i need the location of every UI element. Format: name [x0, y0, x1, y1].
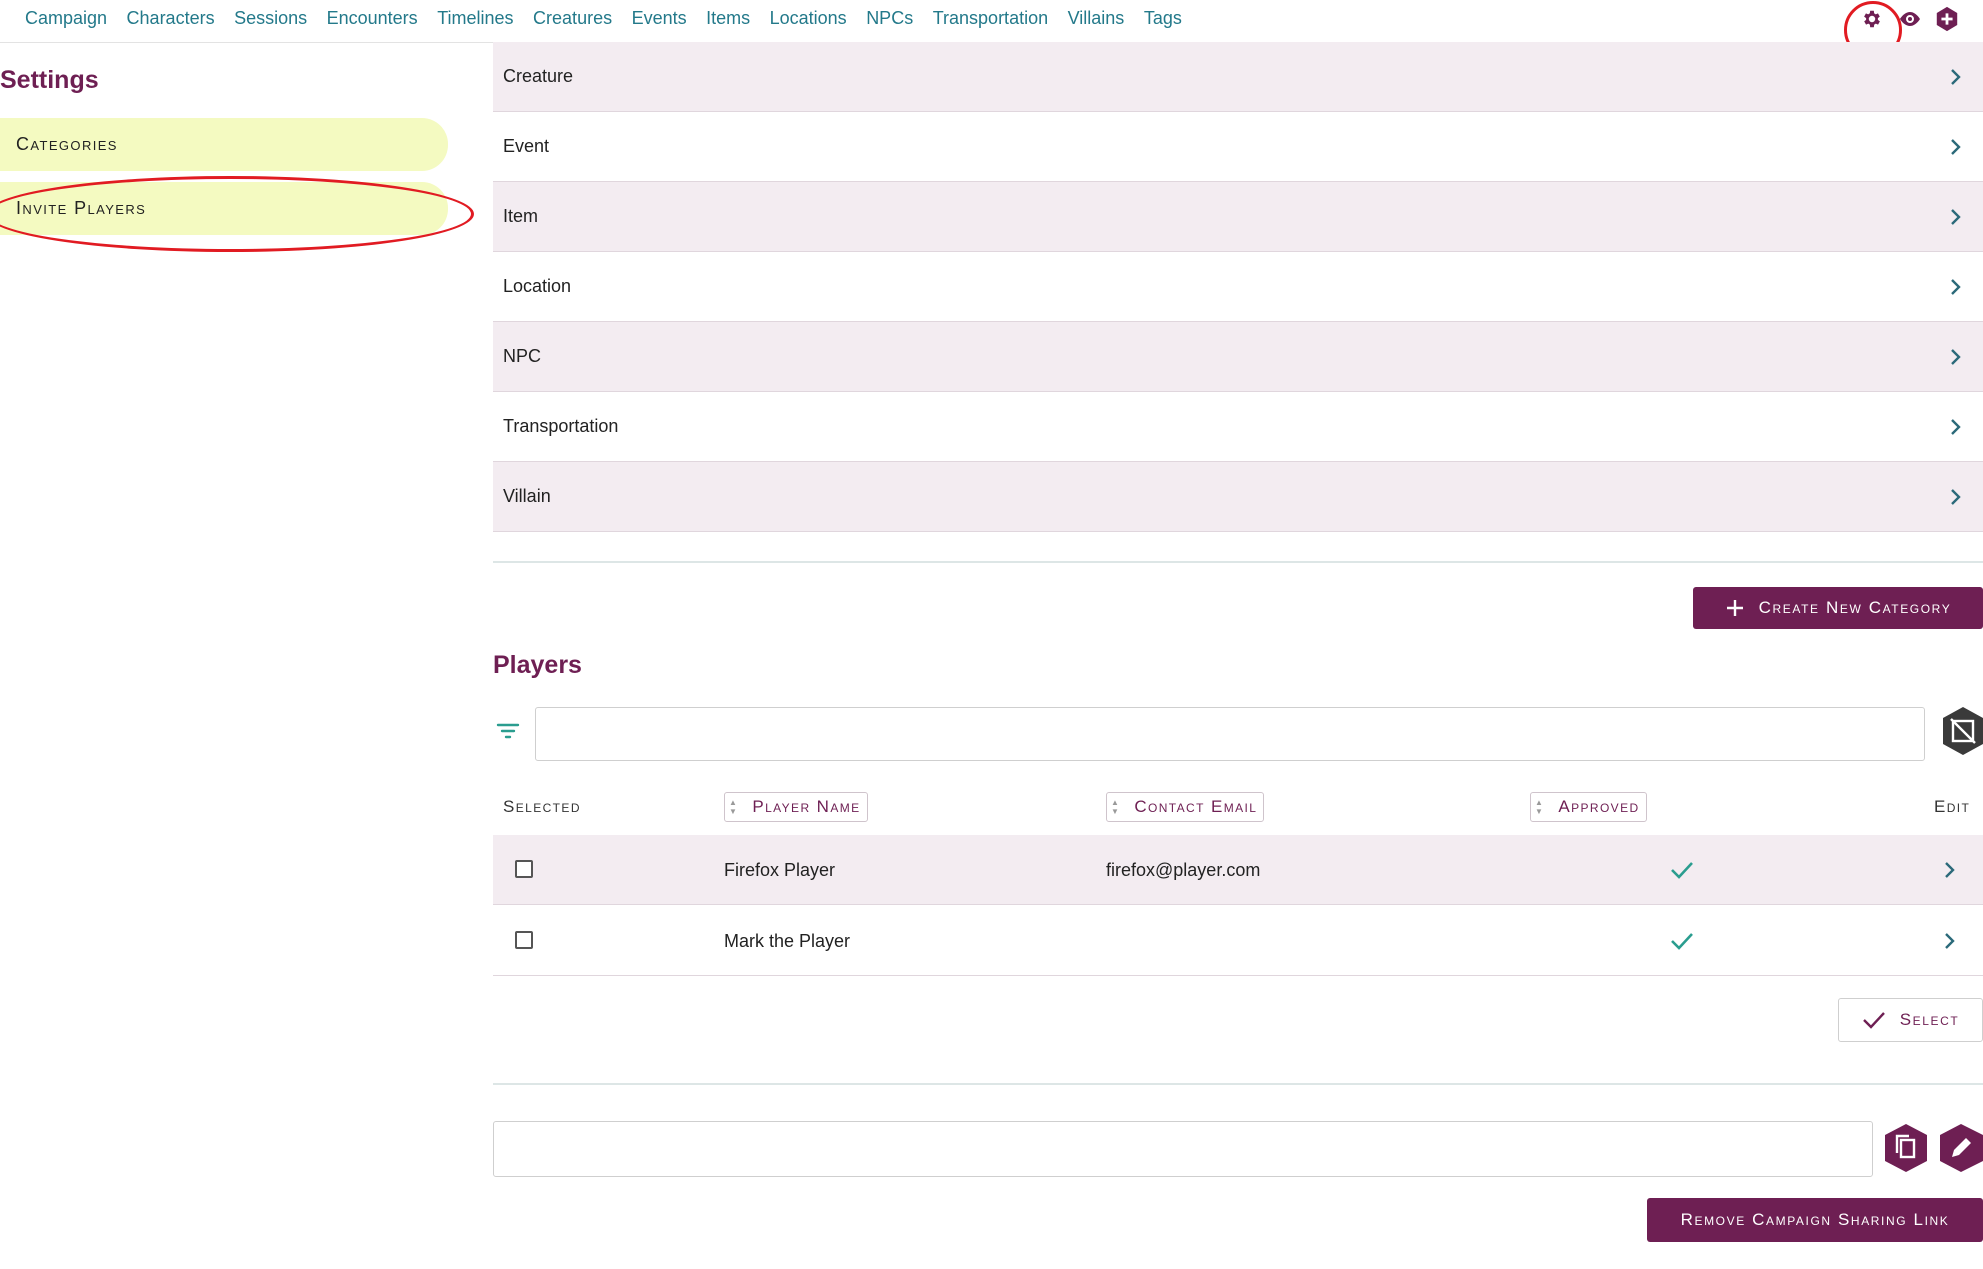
sort-icon: ▲ ▼ — [729, 798, 739, 816]
nav-links: Campaign Characters Sessions Encounters … — [25, 0, 1201, 36]
create-category-button[interactable]: Create New Category — [1693, 587, 1983, 629]
chevron-right-icon — [1949, 278, 1963, 296]
category-label: Location — [503, 276, 572, 296]
create-category-label: Create New Category — [1758, 598, 1952, 617]
category-label: Item — [503, 206, 539, 226]
nav-link-timelines[interactable]: Timelines — [437, 8, 513, 29]
nav-link-items[interactable]: Items — [706, 8, 750, 29]
chevron-right-icon — [1949, 68, 1963, 86]
players-heading: Players — [493, 651, 582, 679]
table-row[interactable]: Mark the Player — [493, 906, 1983, 976]
filter-icon[interactable] — [495, 718, 521, 744]
row-select-checkbox[interactable] — [515, 931, 533, 949]
player-name: Firefox Player — [724, 859, 836, 880]
nav-link-sessions[interactable]: Sessions — [234, 8, 307, 29]
copy-icon[interactable] — [1882, 1122, 1930, 1174]
chevron-right-icon — [1949, 138, 1963, 156]
column-header-edit: Edit — [1934, 797, 1971, 816]
category-label: Creature — [503, 66, 574, 86]
check-icon — [1670, 906, 1694, 976]
category-row-creature[interactable]: Creature — [493, 42, 1983, 112]
gear-icon[interactable] — [1859, 6, 1885, 32]
column-header-player-name[interactable]: ▲ ▼ Player Name — [724, 792, 868, 822]
sidebar-item-invite-players[interactable]: Invite Players — [0, 182, 448, 235]
column-header-label: Approved — [1558, 797, 1640, 816]
sort-icon: ▲ ▼ — [1111, 798, 1121, 816]
sidebar-item-categories[interactable]: Categories — [0, 118, 448, 171]
category-label: NPC — [503, 346, 542, 366]
category-list: Creature Event Item Location NPC Transpo… — [493, 42, 1983, 532]
nav-link-encounters[interactable]: Encounters — [327, 8, 418, 29]
player-name: Mark the Player — [724, 930, 851, 951]
nav-link-characters[interactable]: Characters — [127, 8, 215, 29]
chevron-right-icon[interactable] — [1943, 835, 1957, 905]
player-filter-input[interactable] — [535, 707, 1925, 761]
select-label: Select — [1899, 1010, 1960, 1029]
chevron-right-icon — [1949, 208, 1963, 226]
column-header-selected: Selected — [503, 797, 581, 816]
category-label: Villain — [503, 486, 551, 506]
category-row-villain[interactable]: Villain — [493, 462, 1983, 532]
nav-link-tags[interactable]: Tags — [1144, 8, 1182, 29]
select-button[interactable]: Select — [1838, 998, 1983, 1042]
remove-sharing-link-label: Remove Campaign Sharing Link — [1680, 1210, 1950, 1229]
chevron-right-icon[interactable] — [1943, 906, 1957, 976]
category-row-npc[interactable]: NPC — [493, 322, 1983, 392]
category-row-item[interactable]: Item — [493, 182, 1983, 252]
check-icon — [1862, 1012, 1885, 1029]
remove-sharing-link-button[interactable]: Remove Campaign Sharing Link — [1647, 1198, 1983, 1242]
category-row-location[interactable]: Location — [493, 252, 1983, 322]
player-email: firefox@player.com — [1106, 859, 1261, 880]
edit-icon[interactable] — [1937, 1122, 1983, 1174]
top-navigation: Campaign Characters Sessions Encounters … — [0, 0, 1983, 43]
nav-link-creatures[interactable]: Creatures — [533, 8, 612, 29]
column-header-approved[interactable]: ▲ ▼ Approved — [1530, 792, 1647, 822]
add-icon[interactable] — [1934, 6, 1960, 32]
sharing-link-input[interactable] — [493, 1121, 1873, 1177]
plus-icon — [1726, 600, 1743, 616]
eye-icon[interactable] — [1897, 6, 1923, 32]
row-select-checkbox[interactable] — [515, 860, 533, 878]
category-row-transportation[interactable]: Transportation — [493, 392, 1983, 462]
table-row[interactable]: Firefox Player firefox@player.com — [493, 835, 1983, 905]
nav-link-transportation[interactable]: Transportation — [933, 8, 1048, 29]
nav-link-npcs[interactable]: NPCs — [866, 8, 913, 29]
sort-icon: ▲ ▼ — [1535, 798, 1545, 816]
clear-filter-icon[interactable] — [1937, 705, 1983, 757]
column-header-contact-email[interactable]: ▲ ▼ Contact Email — [1106, 792, 1265, 822]
divider — [493, 1083, 1983, 1085]
chevron-right-icon — [1949, 488, 1963, 506]
nav-link-events[interactable]: Events — [632, 8, 687, 29]
column-header-label: Contact Email — [1134, 797, 1258, 816]
chevron-right-icon — [1949, 418, 1963, 436]
category-row-event[interactable]: Event — [493, 112, 1983, 182]
nav-link-locations[interactable]: Locations — [770, 8, 847, 29]
column-header-label: Player Name — [752, 797, 861, 816]
page-title: Settings — [0, 66, 99, 94]
nav-link-villains[interactable]: Villains — [1068, 8, 1125, 29]
divider — [493, 561, 1983, 563]
nav-link-campaign[interactable]: Campaign — [25, 8, 107, 29]
check-icon — [1670, 835, 1694, 905]
category-label: Transportation — [503, 416, 619, 436]
category-label: Event — [503, 136, 550, 156]
chevron-right-icon — [1949, 348, 1963, 366]
